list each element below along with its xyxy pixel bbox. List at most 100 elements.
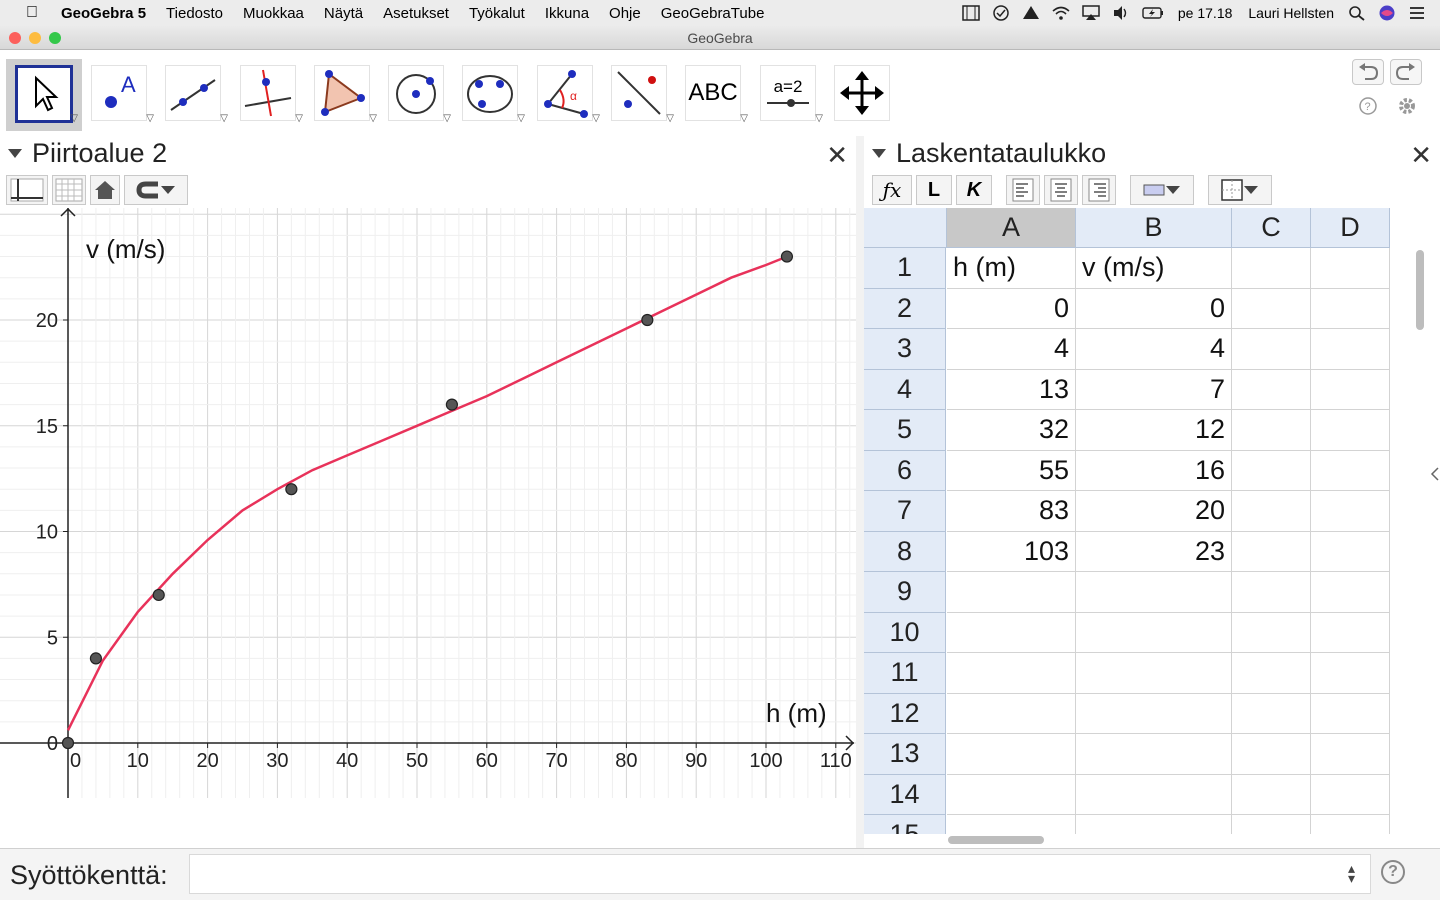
row-header[interactable]: 12: [864, 693, 946, 734]
cell-c9[interactable]: [1232, 572, 1311, 613]
row-header[interactable]: 15: [864, 815, 946, 834]
fit-curve[interactable]: [66, 255, 788, 731]
cell-c14[interactable]: [1232, 774, 1311, 815]
clock[interactable]: pe 17.18: [1178, 5, 1233, 21]
column-header-b[interactable]: B: [1076, 208, 1232, 248]
select-all-corner[interactable]: [864, 208, 947, 248]
row-header[interactable]: 9: [864, 572, 946, 613]
circle-tool[interactable]: ▽: [388, 65, 451, 124]
menu-tyokalut[interactable]: Työkalut: [469, 5, 525, 22]
history-updown-icon[interactable]: ▴ ▾: [1348, 861, 1355, 885]
cell-a10[interactable]: [947, 612, 1076, 653]
cell-c7[interactable]: [1232, 491, 1311, 532]
input-bar-toggle-button[interactable]: ƒx: [872, 175, 912, 205]
horizontal-scrollbar[interactable]: [948, 836, 1044, 844]
cell-b12[interactable]: [1076, 693, 1232, 734]
row-header[interactable]: 8: [864, 531, 946, 572]
drive-icon[interactable]: [1022, 5, 1040, 21]
cell-d4[interactable]: [1311, 369, 1390, 410]
cell-c11[interactable]: [1232, 653, 1311, 694]
user-name[interactable]: Lauri Hellsten: [1248, 5, 1334, 21]
row-header[interactable]: 7: [864, 491, 946, 532]
move-graphics-view-tool[interactable]: [834, 65, 890, 121]
column-header-a[interactable]: A: [947, 208, 1076, 248]
row-header[interactable]: 6: [864, 450, 946, 491]
cell-d9[interactable]: [1311, 572, 1390, 613]
text-tool[interactable]: ABC ▽: [685, 65, 748, 124]
expand-panel-arrow-icon[interactable]: [1430, 466, 1440, 482]
reflect-tool[interactable]: ▽: [611, 65, 674, 124]
point-capturing-dropdown[interactable]: [124, 175, 188, 205]
row-header[interactable]: 2: [864, 288, 946, 329]
cell-b1[interactable]: v (m/s): [1076, 248, 1232, 289]
row-header[interactable]: 5: [864, 410, 946, 451]
menu-ikkuna[interactable]: Ikkuna: [545, 5, 589, 22]
undo-button[interactable]: [1352, 59, 1384, 85]
spreadsheet-grid[interactable]: ABCD1h (m) v (m/s) 2 0 0 3 4 4 4 13 7 5 32 12 6 55 16 7 83…: [864, 208, 1428, 834]
angle-tool[interactable]: α ▽: [537, 65, 600, 124]
align-right-button[interactable]: [1082, 175, 1116, 205]
collapse-caret-icon[interactable]: [8, 148, 22, 158]
cell-b9[interactable]: [1076, 572, 1232, 613]
column-header-d[interactable]: D: [1311, 208, 1390, 248]
menu-muokkaa[interactable]: Muokkaa: [243, 5, 304, 22]
cell-a4[interactable]: 13: [947, 369, 1076, 410]
cell-c13[interactable]: [1232, 734, 1311, 775]
cell-b5[interactable]: 12: [1076, 410, 1232, 451]
border-style-dropdown[interactable]: [1208, 175, 1272, 205]
italic-button[interactable]: K: [956, 175, 992, 205]
cell-a3[interactable]: 4: [947, 329, 1076, 370]
cell-d10[interactable]: [1311, 612, 1390, 653]
row-header[interactable]: 3: [864, 329, 946, 370]
cell-a5[interactable]: 32: [947, 410, 1076, 451]
row-header[interactable]: 14: [864, 774, 946, 815]
cell-b13[interactable]: [1076, 734, 1232, 775]
cell-b4[interactable]: 7: [1076, 369, 1232, 410]
siri-icon[interactable]: [1378, 5, 1396, 21]
cell-a13[interactable]: [947, 734, 1076, 775]
row-header[interactable]: 13: [864, 734, 946, 775]
redo-button[interactable]: [1390, 59, 1422, 85]
cell-d13[interactable]: [1311, 734, 1390, 775]
row-header[interactable]: 10: [864, 612, 946, 653]
move-tool[interactable]: ▽: [15, 65, 78, 124]
spotlight-search-icon[interactable]: [1348, 5, 1366, 21]
point-tool[interactable]: A ▽: [91, 65, 154, 124]
airplay-icon[interactable]: [1082, 5, 1100, 21]
vertical-scrollbar[interactable]: [1416, 250, 1424, 330]
cell-a11[interactable]: [947, 653, 1076, 694]
cell-a12[interactable]: [947, 693, 1076, 734]
polygon-tool[interactable]: ▽: [314, 65, 377, 124]
input-help-icon[interactable]: ?: [1381, 860, 1405, 884]
cell-a6[interactable]: 55: [947, 450, 1076, 491]
slider-tool[interactable]: a=2 ▽: [760, 65, 823, 124]
window-zoom-button[interactable]: [49, 32, 61, 44]
panel-divider[interactable]: [856, 136, 864, 848]
cell-c1[interactable]: [1232, 248, 1311, 289]
cell-d12[interactable]: [1311, 693, 1390, 734]
checkmark-circle-icon[interactable]: [992, 5, 1010, 21]
battery-icon[interactable]: [1142, 5, 1164, 21]
cell-d11[interactable]: [1311, 653, 1390, 694]
apple-menu-icon[interactable]: : [12, 4, 52, 22]
cell-a8[interactable]: 103: [947, 531, 1076, 572]
cell-b7[interactable]: 20: [1076, 491, 1232, 532]
cell-c5[interactable]: [1232, 410, 1311, 451]
conic-tool[interactable]: ▽: [462, 65, 525, 124]
wifi-icon[interactable]: [1052, 5, 1070, 21]
menu-ohje[interactable]: Ohje: [609, 5, 641, 22]
cell-d8[interactable]: [1311, 531, 1390, 572]
row-header[interactable]: 1: [864, 248, 946, 289]
toggle-grid-button[interactable]: [52, 175, 86, 205]
cell-a15[interactable]: [947, 815, 1076, 834]
cell-d1[interactable]: [1311, 248, 1390, 289]
cell-b8[interactable]: 23: [1076, 531, 1232, 572]
cell-c10[interactable]: [1232, 612, 1311, 653]
cell-c15[interactable]: [1232, 815, 1311, 834]
cell-b14[interactable]: [1076, 774, 1232, 815]
settings-gear-icon[interactable]: [1396, 95, 1418, 117]
volume-icon[interactable]: [1112, 5, 1130, 21]
cell-b15[interactable]: [1076, 815, 1232, 834]
background-color-dropdown[interactable]: [1130, 175, 1194, 205]
menu-geogebratube[interactable]: GeoGebraTube: [661, 5, 765, 22]
